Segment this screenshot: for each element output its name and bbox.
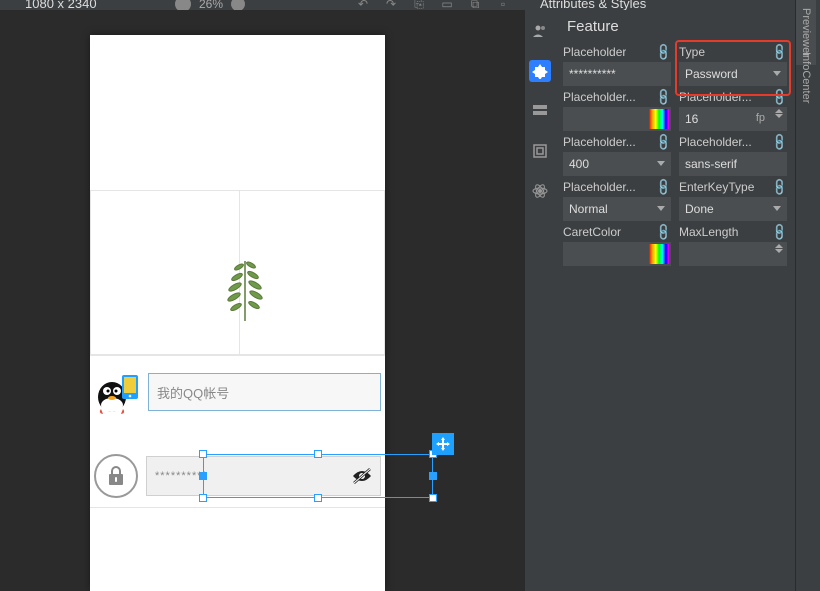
account-placeholder: 我的QQ帐号 [157, 383, 229, 402]
layout-box [90, 190, 385, 355]
prop-placeholder-size: Placeholder... 🔗 16 fp [679, 90, 787, 131]
prop-placeholder-style-select[interactable]: Normal [563, 197, 671, 221]
prop-enterkeytype-select[interactable]: Done [679, 197, 787, 221]
stepper-icon[interactable] [775, 244, 783, 253]
panel-title: Attributes & Styles [540, 0, 646, 10]
prop-placeholder-color-input[interactable] [563, 107, 671, 131]
chevron-down-icon [657, 161, 665, 166]
section-title: Feature [563, 18, 787, 35]
password-masked-text: ********** [155, 470, 208, 482]
prop-placeholder-input[interactable]: ********** [563, 62, 671, 86]
visibility-off-icon[interactable] [351, 466, 373, 489]
resize-handle-e[interactable] [429, 472, 437, 480]
chevron-down-icon [773, 71, 781, 76]
toolbar-action-icons: ↶ ↷ ⎘ ▭ ⧉ ▫ [355, 0, 511, 10]
panel-tab-layout-icon[interactable] [529, 100, 551, 122]
link-icon[interactable]: 🔗 [769, 177, 789, 197]
panel-tab-feature-icon[interactable] [529, 60, 551, 82]
prop-type: Type 🔗 Password [679, 45, 787, 86]
resize-handle-se[interactable] [429, 494, 437, 502]
prop-caretcolor-label: CaretColor [563, 225, 621, 239]
color-swatch-icon[interactable] [649, 109, 669, 129]
unit-label: fp [756, 112, 765, 124]
link-icon[interactable]: 🔗 [653, 87, 673, 107]
link-icon[interactable]: 🔗 [769, 42, 789, 62]
duplicate-icon[interactable]: ⧉ [467, 0, 483, 10]
resize-handle-ne[interactable] [429, 450, 437, 458]
prop-placeholder-color: Placeholder... 🔗 [563, 90, 671, 131]
prop-enterkeytype: EnterKeyType 🔗 Done [679, 180, 787, 221]
canvas-dimensions: 1080 x 2340 [25, 0, 97, 10]
link-icon[interactable]: 🔗 [769, 87, 789, 107]
prop-placeholder-family-input[interactable]: sans-serif [679, 152, 787, 176]
prop-type-select[interactable]: Password [679, 62, 787, 86]
layers-icon[interactable]: ▭ [439, 0, 455, 10]
tab-infocenter[interactable]: InfoCenter [796, 44, 816, 111]
link-icon[interactable]: 🔗 [653, 177, 673, 197]
stepper-icon[interactable] [775, 109, 783, 118]
prop-placeholder-label: Placeholder [563, 45, 626, 59]
zoom-value: 26% [199, 0, 223, 10]
plant-image [221, 251, 269, 321]
prop-placeholder-size-input[interactable]: 16 fp [679, 107, 787, 131]
zoom-minus-icon[interactable] [175, 0, 191, 10]
link-icon[interactable]: 🔗 [653, 42, 673, 62]
prop-caretcolor-input[interactable] [563, 242, 671, 266]
password-row: ********** [94, 451, 381, 501]
link-icon[interactable]: 🔗 [653, 222, 673, 242]
account-row: 我的QQ帐号 [94, 367, 381, 417]
prop-caretcolor: CaretColor 🔗 [563, 225, 671, 266]
chevron-down-icon [773, 206, 781, 211]
password-input[interactable]: ********** [146, 456, 381, 496]
color-swatch-icon[interactable] [649, 244, 669, 264]
zoom-control[interactable]: 26% [175, 0, 245, 10]
lock-icon [94, 454, 138, 498]
properties-panel: Feature Placeholder 🔗 ********** Type 🔗 … [555, 10, 795, 591]
prop-maxlength-input[interactable] [679, 242, 787, 266]
right-dock: Previewer InfoCenter [795, 0, 820, 591]
panel-category-strip [525, 10, 555, 591]
prop-placeholder-weight-label: Placeholder... [563, 135, 636, 149]
panel-tab-atom-icon[interactable] [529, 180, 551, 202]
panel-tab-people-icon[interactable] [529, 20, 551, 42]
prop-placeholder-color-label: Placeholder... [563, 90, 636, 104]
qq-avatar-icon [94, 369, 140, 415]
prop-placeholder-family-label: Placeholder... [679, 135, 752, 149]
settings-icon[interactable]: ▫ [495, 0, 511, 10]
link-icon[interactable]: 🔗 [653, 132, 673, 152]
device-frame: 我的QQ帐号 ********** [90, 35, 385, 591]
prop-placeholder-weight-select[interactable]: 400 [563, 152, 671, 176]
export-icon[interactable]: ⎘ [411, 0, 427, 10]
prop-placeholder-weight: Placeholder... 🔗 400 [563, 135, 671, 176]
prop-placeholder-style: Placeholder... 🔗 Normal [563, 180, 671, 221]
undo-icon[interactable]: ↶ [355, 0, 371, 10]
redo-icon[interactable]: ↷ [383, 0, 399, 10]
zoom-plus-icon[interactable] [231, 0, 245, 10]
account-input[interactable]: 我的QQ帐号 [148, 373, 381, 411]
link-icon[interactable]: 🔗 [769, 222, 789, 242]
prop-placeholder-size-label: Placeholder... [679, 90, 752, 104]
prop-enterkeytype-label: EnterKeyType [679, 180, 754, 194]
prop-type-label: Type [679, 45, 705, 59]
chevron-down-icon [657, 206, 665, 211]
canvas-area[interactable]: 我的QQ帐号 ********** [0, 10, 525, 591]
top-toolbar: 1080 x 2340 26% ↶ ↷ ⎘ ▭ ⧉ ▫ Attributes &… [0, 0, 820, 10]
prop-maxlength: MaxLength 🔗 [679, 225, 787, 266]
prop-maxlength-label: MaxLength [679, 225, 738, 239]
prop-placeholder: Placeholder 🔗 ********** [563, 45, 671, 86]
prop-placeholder-family: Placeholder... 🔗 sans-serif [679, 135, 787, 176]
divider [90, 507, 385, 508]
prop-placeholder-style-label: Placeholder... [563, 180, 636, 194]
panel-tab-box-icon[interactable] [529, 140, 551, 162]
move-handle[interactable] [432, 433, 454, 455]
link-icon[interactable]: 🔗 [769, 132, 789, 152]
